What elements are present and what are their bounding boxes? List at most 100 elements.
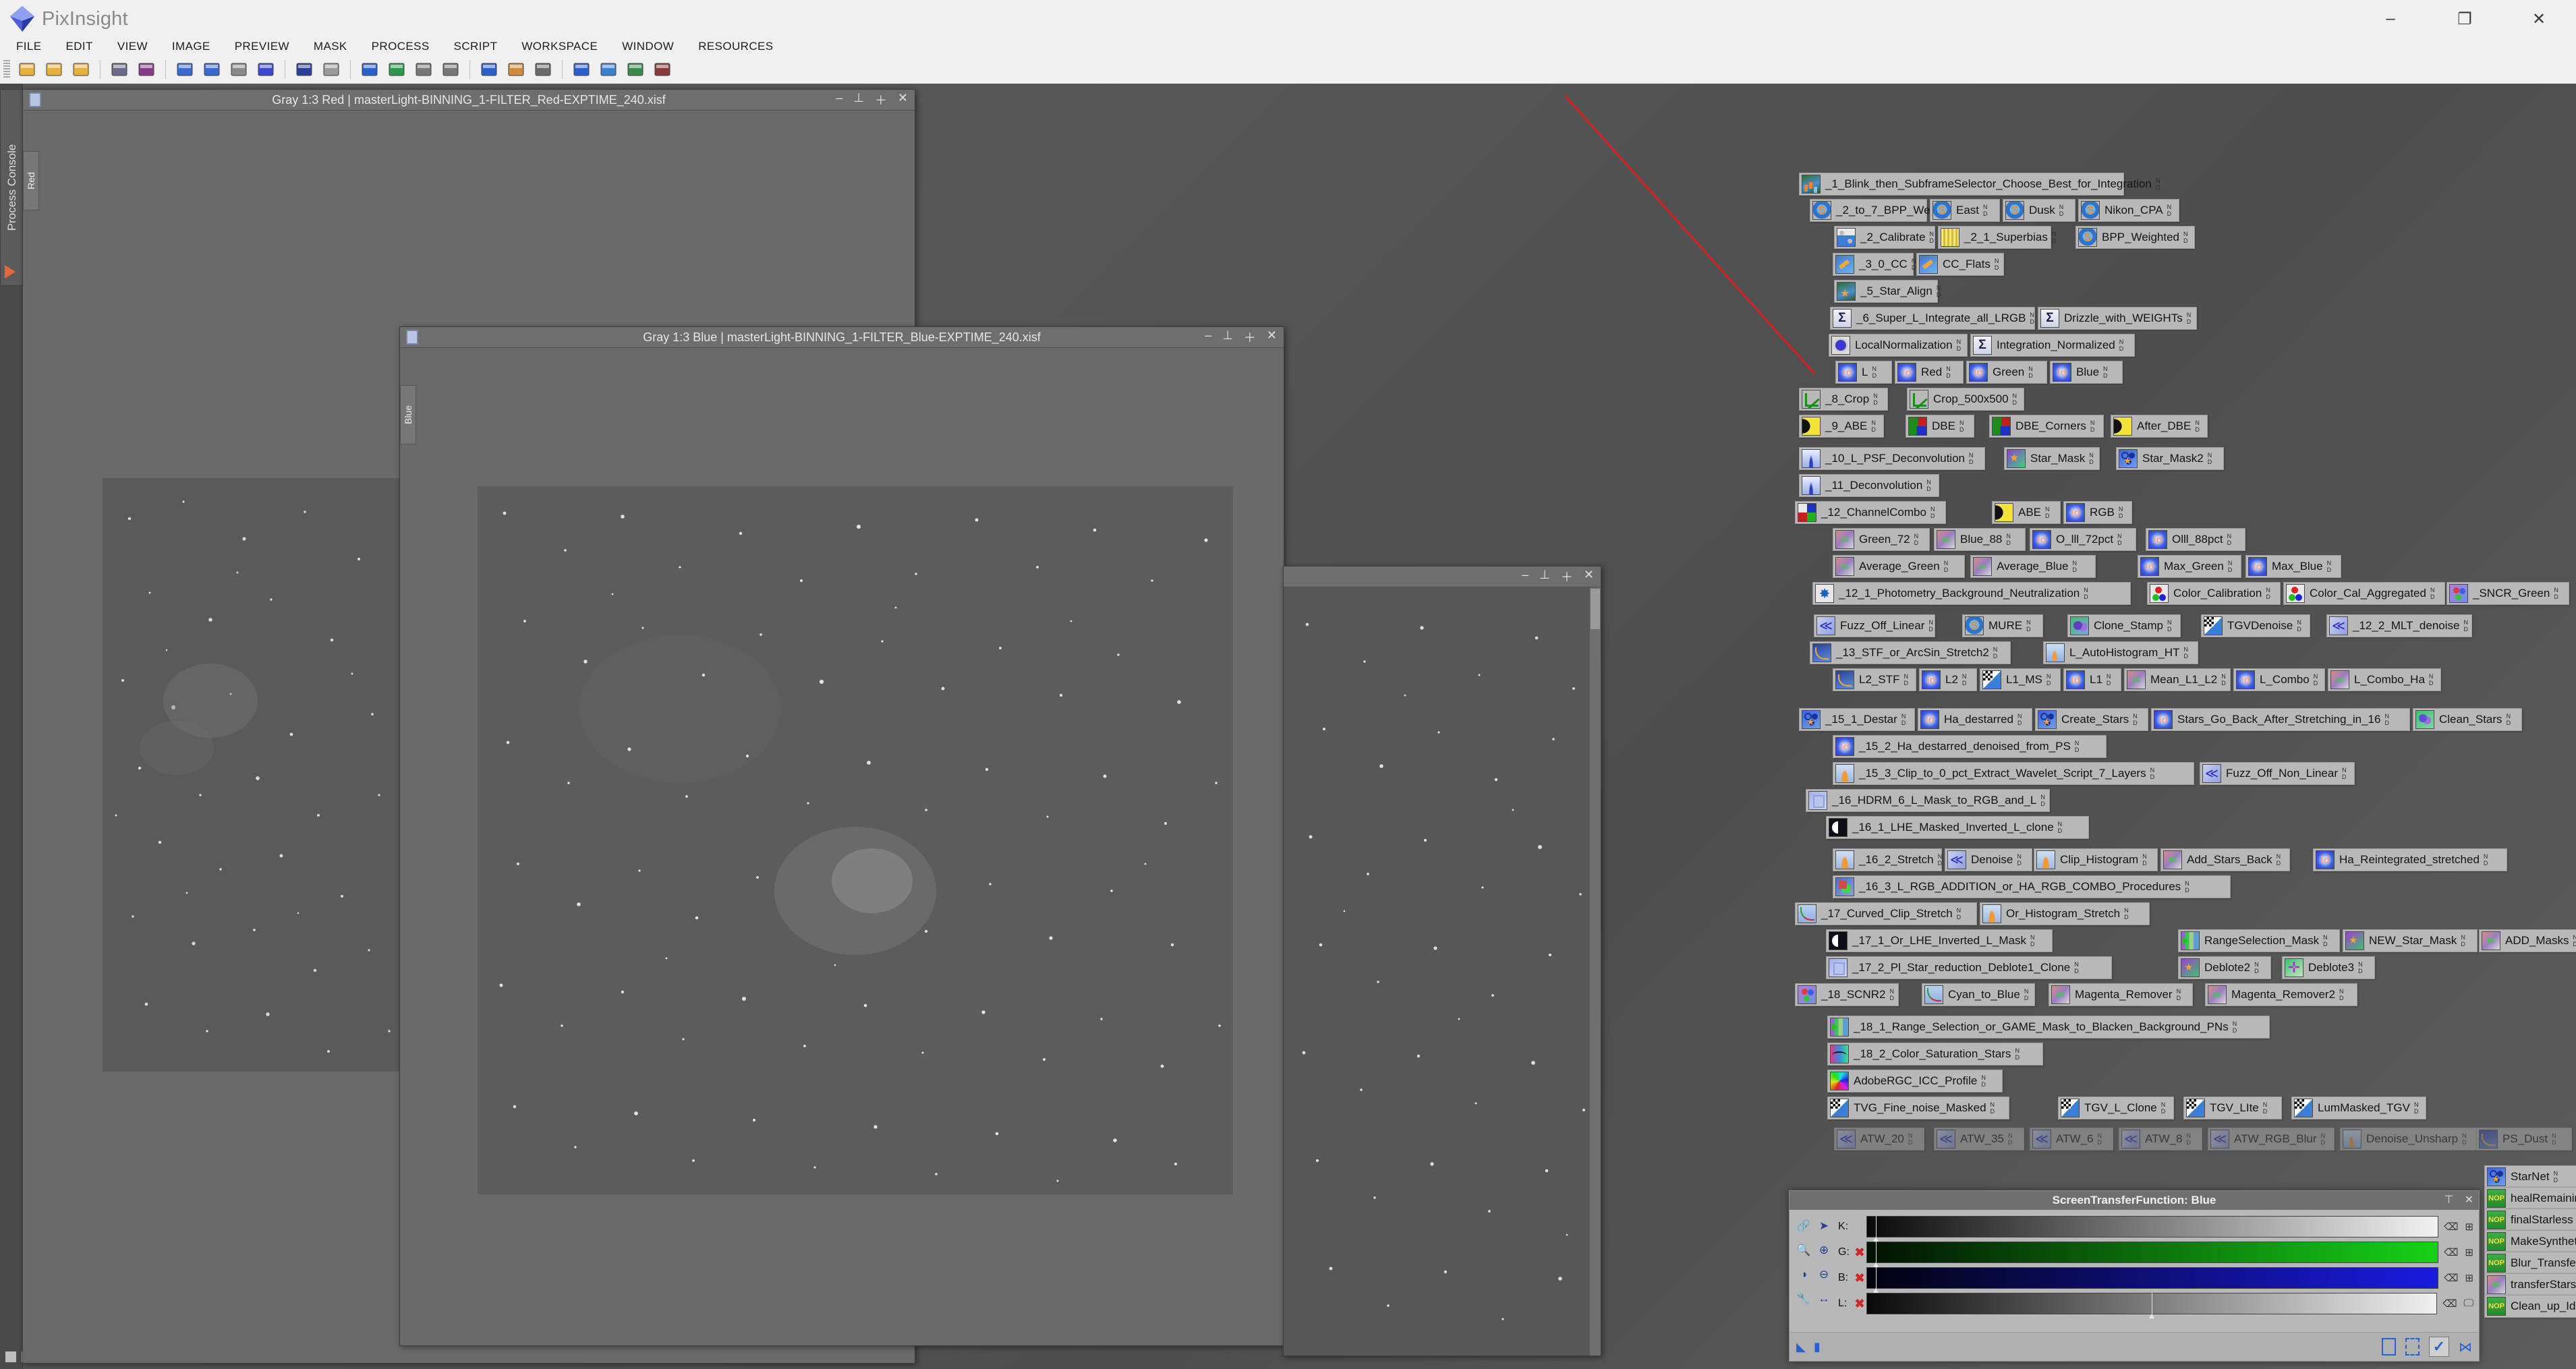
process-icon-green[interactable]: GreenND bbox=[1966, 361, 2047, 384]
process-icon-2-to-7-bpp-west[interactable]: _2_to_7_BPP_WestND bbox=[1810, 199, 1947, 222]
stf-marker-handle[interactable] bbox=[1872, 1267, 1879, 1293]
image-window-red-view-tab[interactable]: Red bbox=[23, 151, 39, 210]
menu-item-edit[interactable]: EDIT bbox=[58, 40, 101, 53]
stf-shade-icon[interactable]: ⊤ bbox=[2444, 1193, 2454, 1206]
process-icon-17-curved-clip-stretch[interactable]: _17_Curved_Clip_Stretch N D bbox=[1795, 902, 1977, 925]
process-icon-lummasked-tgv[interactable]: LumMasked_TGV N D bbox=[2291, 1097, 2426, 1119]
process-icon-tgvdenoise[interactable]: TGVDenoise N D bbox=[2201, 614, 2310, 637]
preview-icon[interactable] bbox=[360, 60, 379, 79]
image-canvas-blue[interactable] bbox=[478, 486, 1233, 1194]
process-icon-blue[interactable]: BlueND bbox=[2050, 361, 2123, 384]
process-icon-stars-go-back-after-stretching-in-16[interactable]: Stars_Go_Back_After_Stretching_in_16ND bbox=[2151, 708, 2410, 731]
wrench-icon[interactable]: 🔧 bbox=[1794, 1287, 1814, 1311]
process-icon-12-2-mlt-denoise[interactable]: _12_2_MLT_denoiseND bbox=[2326, 614, 2472, 637]
close-icon[interactable]: ✕ bbox=[1267, 328, 1277, 346]
process-icon-average-blue[interactable]: Average_BlueND bbox=[1970, 555, 2096, 578]
process-icon-l[interactable]: L ND bbox=[1835, 361, 1892, 384]
stf-clear-icon[interactable]: ⌫ bbox=[2442, 1298, 2457, 1310]
process-icon-l-autohistogram-ht[interactable]: L_AutoHistogram_HT N D bbox=[2043, 641, 2198, 664]
document-icon[interactable] bbox=[2381, 1338, 2396, 1356]
image-window-blue-body[interactable]: Blue bbox=[400, 348, 1284, 1345]
stf-auto-icon[interactable]: ⊞ bbox=[2465, 1246, 2473, 1258]
image-window-third[interactable]: – ⊥ ＋ ✕ bbox=[1283, 566, 1601, 1356]
process-icon-tgv-l-clone[interactable]: TGV_L_Clone N D bbox=[2058, 1097, 2174, 1119]
menu-item-process[interactable]: PROCESS bbox=[364, 40, 438, 53]
stf-clear-icon[interactable]: ⌫ bbox=[2444, 1272, 2458, 1284]
process-icon-star-mask[interactable]: Star_MaskND bbox=[2004, 447, 2100, 470]
shade-icon[interactable]: ⊥ bbox=[853, 91, 864, 109]
image-window-red-titlebar[interactable]: Gray 1:3 Red | masterLight-BINNING_1-FIL… bbox=[23, 90, 915, 111]
stf-close-icon[interactable]: ✕ bbox=[2465, 1193, 2473, 1206]
process-icon-15-3-clip-to-0-pct-extract-wavelet-script-7-layers[interactable]: _15_3_Clip_to_0_pct_Extract_Wavelet_Scri… bbox=[1833, 762, 2194, 785]
process-icon-8-crop[interactable]: _8_Crop N D bbox=[1799, 388, 1888, 411]
prev-image-icon[interactable] bbox=[414, 60, 433, 79]
process-icon-13-stf-or-arcsin-stretch2[interactable]: _13_STF_or_ArcSin_Stretch2 N D bbox=[1810, 641, 2011, 664]
process-icon-17-1-or-lhe-inverted-l-mask[interactable]: _17_1_Or_LHE_Inverted_L_Mask N D bbox=[1826, 929, 2053, 952]
zoom-in-icon[interactable]: 🔍 bbox=[1794, 1238, 1814, 1262]
process-icon-rgb[interactable]: RGBND bbox=[2063, 501, 2132, 524]
process-icon-cc-flats[interactable]: CC_Flats N D bbox=[1916, 253, 2004, 276]
process-icon-add-stars-back[interactable]: Add_Stars_Back ND bbox=[2160, 848, 2290, 871]
tile-icon[interactable] bbox=[626, 60, 645, 79]
process-icon-l-combo-ha[interactable]: L_Combo_HaND bbox=[2328, 668, 2441, 691]
process-icon-max-blue[interactable]: Max_BlueND bbox=[2245, 555, 2341, 578]
process-icon-green-72[interactable]: Green_72 ND bbox=[1833, 528, 1930, 551]
close-image-icon[interactable] bbox=[175, 60, 194, 79]
process-icon-16-1-lhe-masked-inverted-l-clone[interactable]: _16_1_LHE_Masked_Inverted_L_clone N D bbox=[1826, 816, 2089, 839]
maximize-icon[interactable]: ＋ bbox=[1244, 328, 1256, 346]
process-icon-2-1-superbias[interactable]: _2_1_Superbias N D bbox=[1938, 226, 2056, 249]
stf-reset-x-icon[interactable]: ✖ bbox=[1853, 1271, 1866, 1285]
open-url-icon[interactable] bbox=[71, 60, 90, 79]
process-icon-17-2-pl-star-reduction-deblote1-clone[interactable]: _17_2_Pl_Star_reduction_Deblote1_Clone N D bbox=[1826, 956, 2112, 979]
close-button[interactable]: ✕ bbox=[2502, 0, 2576, 38]
undo-icon[interactable] bbox=[295, 60, 314, 79]
process-icon-max-green[interactable]: Max_GreenND bbox=[2138, 555, 2241, 578]
rect-icon[interactable]: ▮ bbox=[1814, 1340, 1821, 1354]
process-icon-1-blink-then-subframeselector-choose-best-for-integration[interactable]: _1_Blink_then_SubframeSelector_Choose_Be… bbox=[1799, 173, 2160, 196]
process-icon-5-star-align[interactable]: _5_Star_AlignND bbox=[1834, 280, 1941, 303]
process-icon-ha-destarred[interactable]: Ha_destarredND bbox=[1918, 708, 2032, 731]
maximize-icon[interactable]: ＋ bbox=[875, 91, 887, 109]
menu-item-workspace[interactable]: WORKSPACE bbox=[513, 40, 606, 53]
process-icon-16-2-stretch[interactable]: _16_2_Stretch N D bbox=[1833, 848, 1942, 871]
reset-icon[interactable]: ⋈ bbox=[2459, 1339, 2472, 1356]
contrast-icon[interactable]: ◑ bbox=[1794, 1262, 1814, 1287]
process-icon-blue-88[interactable]: Blue_88ND bbox=[1934, 528, 2026, 551]
menu-item-script[interactable]: SCRIPT bbox=[446, 40, 506, 53]
histogram-icon[interactable] bbox=[507, 60, 525, 79]
process-icon-3-0-cc[interactable]: _3_0_CC N D bbox=[1833, 253, 1916, 276]
process-icon-drizzle-with-weights[interactable]: Drizzle_with_WEIGHTsND bbox=[2038, 307, 2197, 330]
process-icon-or-histogram-stretch[interactable]: Or_Histogram_Stretch N D bbox=[1980, 902, 2150, 925]
save-icon[interactable] bbox=[110, 60, 129, 79]
process-icon-red[interactable]: RedND bbox=[1895, 361, 1964, 384]
process-icon-mure[interactable]: MUREND bbox=[1962, 614, 2043, 637]
process-icon-integration-normalized[interactable]: Integration_Normalized ND bbox=[1970, 334, 2135, 357]
process-icon-after-dbe[interactable]: After_DBE N D bbox=[2111, 415, 2208, 438]
process-icon-o-lll-72pct[interactable]: O_lll_72pctND bbox=[2030, 528, 2136, 551]
process-icon-clean-stars[interactable]: Clean_Stars N D bbox=[2413, 708, 2522, 731]
process-icon-denoise[interactable]: Denoise ND bbox=[1945, 848, 2032, 871]
image-window-third-titlebar[interactable]: – ⊥ ＋ ✕ bbox=[1284, 566, 1601, 587]
stf-gradient-bar[interactable] bbox=[1866, 1242, 2439, 1267]
minimize-icon[interactable]: – bbox=[1522, 568, 1528, 585]
image-window-blue-view-tab[interactable]: Blue bbox=[400, 385, 416, 444]
process-icon-color-cal-aggregated[interactable]: Color_Cal_Aggregated N D bbox=[2283, 582, 2445, 605]
process-icon-11-deconvolution[interactable]: _11_Deconvolution N D bbox=[1799, 474, 1939, 497]
process-icon-ha-reintegrated-stretched[interactable]: Ha_Reintegrated_stretchedND bbox=[2313, 848, 2507, 871]
process-icon-finalstarless[interactable]: finalStarlessND bbox=[2484, 1208, 2576, 1231]
image-canvas-red[interactable] bbox=[103, 478, 401, 1072]
redo-icon[interactable] bbox=[322, 60, 341, 79]
toolbar-grip[interactable] bbox=[3, 60, 10, 79]
process-icon-fuzz-off-non-linear[interactable]: Fuzz_Off_Non_LinearND bbox=[2200, 762, 2355, 785]
mask-icon[interactable] bbox=[534, 60, 552, 79]
image-window-blue-titlebar[interactable]: Gray 1:3 Blue | masterLight-BINNING_1-FI… bbox=[400, 327, 1284, 348]
process-icon-12-1-photometry-background-neutralization[interactable]: _12_1_Photometry_Background_Neutralizati… bbox=[1812, 582, 2131, 605]
filmstrip-icon[interactable] bbox=[256, 60, 275, 79]
image-window-third-body[interactable] bbox=[1284, 587, 1601, 1356]
process-icon-localnormalization[interactable]: LocalNormalization N D bbox=[1829, 334, 1968, 357]
maximize-button[interactable]: ❐ bbox=[2428, 0, 2502, 38]
scrollbar-thumb[interactable] bbox=[1591, 589, 1600, 629]
new-preview-icon[interactable] bbox=[387, 60, 406, 79]
process-icon-tgv-lite[interactable]: TGV_LIte N D bbox=[2183, 1097, 2282, 1119]
process-icon-magenta-remover2[interactable]: Magenta_Remover2ND bbox=[2205, 983, 2357, 1006]
